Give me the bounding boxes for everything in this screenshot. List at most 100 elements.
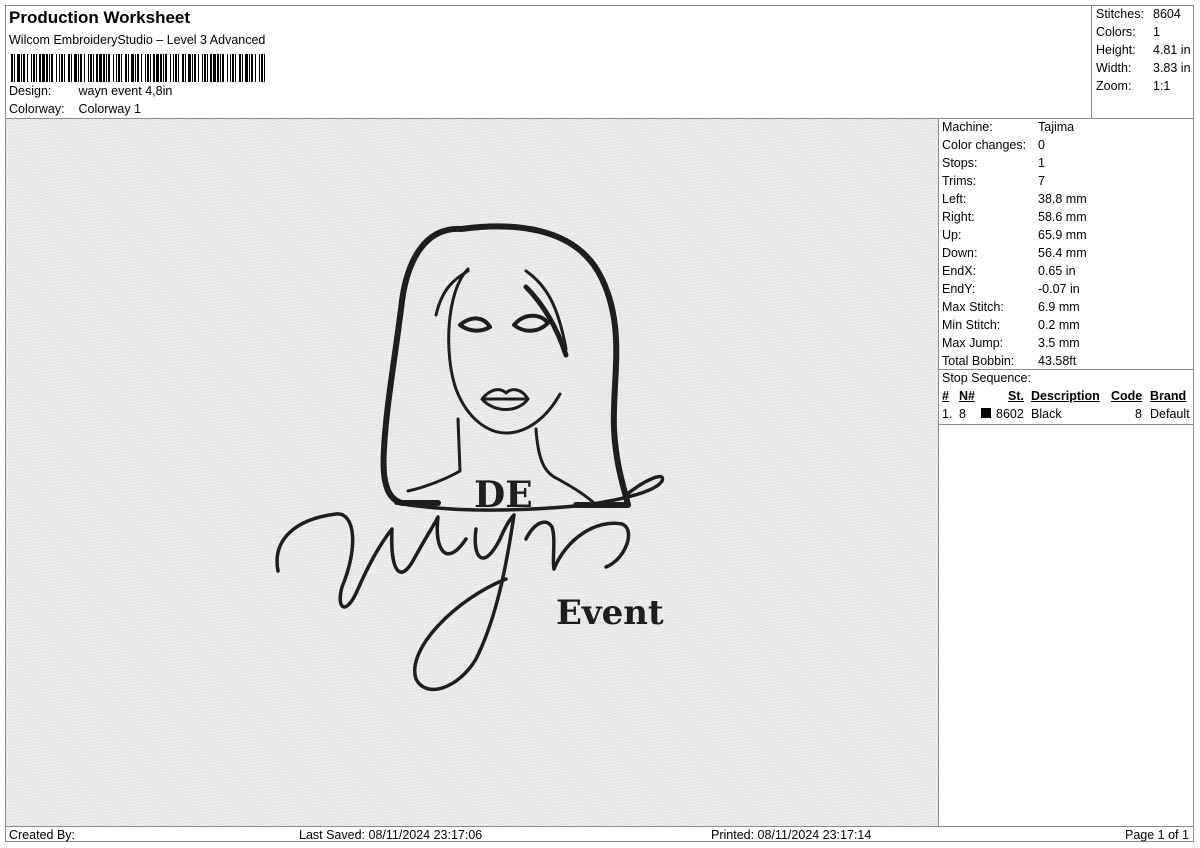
stop-sequence-title: Stop Sequence: [942,371,1031,385]
machine-info-row: EndX: 0.65 in [942,264,1076,278]
text-event: Event [556,593,664,633]
barcode-bar [150,54,151,82]
col-header-st: St. [1008,389,1024,403]
machine-info-label: Max Stitch: [942,300,1004,314]
barcode-bar [251,54,253,82]
machine-info-row: Total Bobbin: 43.58ft [942,354,1076,368]
footer-divider [6,826,1194,827]
machine-info-value: 58.6 mm [1038,210,1087,224]
software-name: Wilcom EmbroideryStudio – Level 3 Advanc… [9,33,266,47]
colors-label: Colors: [1096,25,1136,39]
stitches-label: Stitches: [1096,7,1144,21]
barcode-bar [59,54,60,82]
script-stroke-main [275,512,468,609]
barcode-bar [185,54,186,82]
height-value: 4.81 in [1153,43,1191,57]
barcode-bar [64,54,65,82]
machine-info-value: 56.4 mm [1038,246,1087,260]
barcode-bar [204,54,206,82]
machine-info-value: 0.2 mm [1038,318,1080,332]
barcode-bar [255,54,256,82]
neck-right [534,427,598,507]
machine-info-value: 7 [1038,174,1045,188]
zoom-label: Zoom: [1096,79,1132,93]
barcode-bar [39,54,41,82]
barcode-bar [259,54,260,82]
row-description: Black [1031,407,1062,421]
barcode-bar [106,54,107,82]
barcode-bar [11,54,13,82]
thread-color-swatch [981,408,991,418]
stitches-value: 8604 [1153,7,1181,21]
barcode-bar [74,54,77,82]
barcode-bar [192,54,193,82]
colorway-row: Colorway: Colorway 1 [9,102,141,116]
summary-panel: Stitches: 8604 Colors: 1 Height: 4.81 in Wi… [1091,6,1194,118]
barcode-bar [156,54,159,82]
barcode [11,54,265,82]
machine-info-row: Stops: 1 [942,156,1045,170]
barcode-bar [36,54,37,82]
barcode-bar [17,54,20,82]
stop-sequence-divider-top [939,369,1194,370]
script-stroke-n [524,520,631,571]
barcode-bar [239,54,241,82]
hair-outline [380,223,631,508]
colorway-value: Colorway 1 [78,102,142,116]
machine-info-label: Right: [942,210,975,224]
machine-info-value: 3.5 mm [1038,336,1080,350]
barcode-bar [245,54,248,82]
row-brand: Default [1150,407,1190,421]
footer-page-number: Page 1 of 1 [1125,828,1189,842]
row-code: 8 [1135,407,1142,421]
barcode-bar [128,54,129,82]
machine-info-row: Max Jump: 3.5 mm [942,336,1080,350]
barcode-bar [222,54,224,82]
design-value: wayn event 4,8in [78,84,173,98]
machine-info-row: Left: 38.8 mm [942,192,1087,206]
barcode-bar [213,54,216,82]
machine-info-row: Down: 56.4 mm [942,246,1087,260]
barcode-bar [99,54,102,82]
machine-info-panel: Stop Sequence: # N# St. Description Code… [939,119,1194,826]
barcode-bar [145,54,146,82]
footer-created-by: Created By: [9,828,76,842]
barcode-bar [170,54,171,82]
left-eye [458,316,492,333]
height-row: Height: 4.81 in [1096,43,1191,57]
barcode-bar [88,54,89,82]
barcode-bar [42,54,45,82]
machine-info-value: Tajima [1038,120,1075,134]
machine-info-row: Trims: 7 [942,174,1045,188]
machine-info-row: Max Stitch: 6.9 mm [942,300,1080,314]
zoom-row: Zoom: 1:1 [1096,79,1170,93]
machine-info-label: Max Jump: [942,336,1004,350]
machine-info-value: 65.9 mm [1038,228,1087,242]
barcode-bar [202,54,203,82]
barcode-bar [131,54,134,82]
worksheet-header: Production Worksheet Wilcom EmbroiderySt… [6,6,1091,118]
barcode-bar [51,54,53,82]
barcode-bar [27,54,28,82]
machine-info-label: Color changes: [942,138,1027,152]
barcode-bar [232,54,234,82]
barcode-bar [230,54,231,82]
machine-info-row: Color changes: 0 [942,138,1045,152]
barcode-bar [121,54,122,82]
barcode-bar [175,54,177,82]
col-header-code: Code [1111,389,1143,403]
machine-info-label: Down: [942,246,978,260]
barcode-bar [235,54,236,82]
barcode-bar [46,54,48,82]
neck-left [406,417,462,493]
barcode-bar [61,54,63,82]
barcode-bar [116,54,117,82]
page-title: Production Worksheet [9,8,191,27]
barcode-bar [14,54,15,82]
barcode-bar [21,54,22,82]
barcode-bar [165,54,167,82]
machine-info-label: Left: [942,192,967,206]
machine-info-value: -0.07 in [1038,282,1080,296]
barcode-bar [78,54,79,82]
barcode-bar [182,54,184,82]
